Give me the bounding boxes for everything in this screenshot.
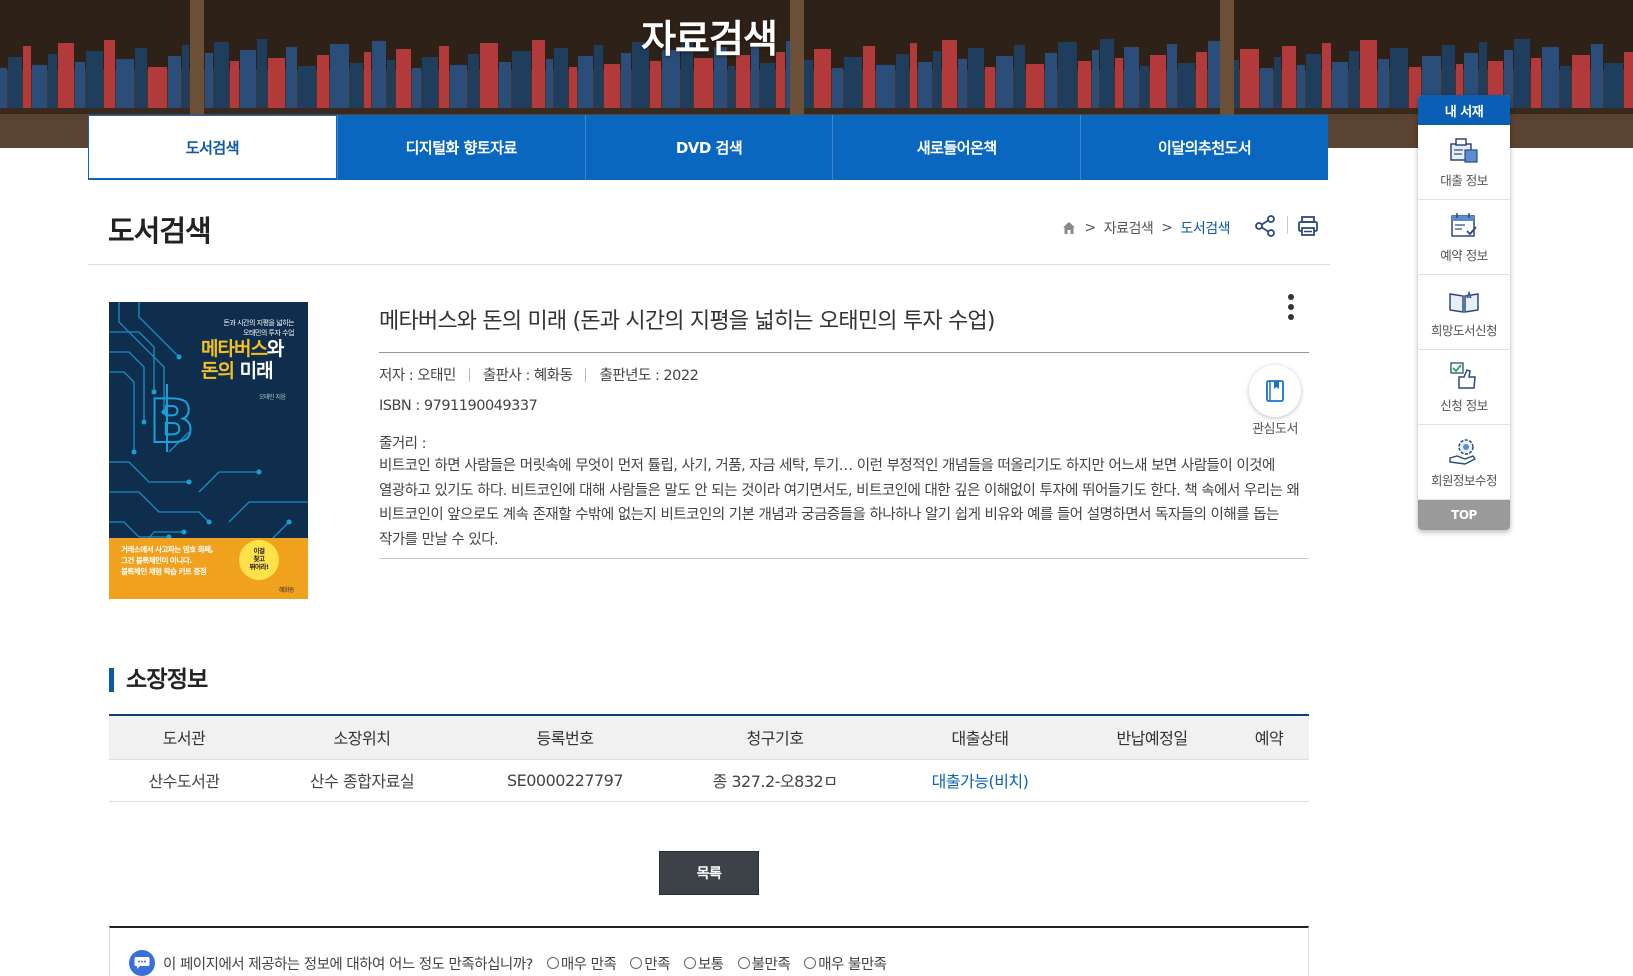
cell-location: 산수 종합자료실 xyxy=(259,759,465,802)
book-title: 메타버스와 돈의 미래 (돈과 시간의 지평을 넓히는 오태민의 투자 수업) xyxy=(379,309,995,334)
quick-menu-title: 내 서재 xyxy=(1418,95,1510,125)
radio-button[interactable] xyxy=(630,957,643,969)
loan-info-icon xyxy=(1450,137,1478,163)
cover-bottom-text: 거래소에서 사고파는 암호 화폐, 그건 블록체인이 아니다. 블록체인 채험 … xyxy=(121,545,213,576)
page-header: 도서검색 > 자료검색 > 도서검색 xyxy=(88,190,1330,265)
book-year: 출판년도 : 2022 xyxy=(599,368,699,384)
svg-text:B: B xyxy=(149,387,194,457)
share-icon[interactable] xyxy=(1253,214,1277,238)
book-summary: 비트코인 하면 사람들은 머릿속에 무엇이 먼저 튤립, 사기, 거품, 자금 … xyxy=(379,458,1300,548)
book-author: 저자 : 오태민 xyxy=(379,368,456,384)
meta-separator xyxy=(468,367,470,382)
quick-menu-loan-info[interactable]: 대출 정보 xyxy=(1418,125,1510,200)
breadcrumb-item-material-search[interactable]: 자료검색 xyxy=(1104,218,1154,238)
quick-menu-book-request[interactable]: 희망도서신청 xyxy=(1418,275,1510,350)
book-isbn: ISBN : 9791190049337 xyxy=(379,398,538,414)
cover-title: 메타버스와 돈의 미래 xyxy=(201,338,284,382)
breadcrumb-separator: > xyxy=(1161,220,1173,236)
book-publisher: 출판사 : 혜화동 xyxy=(482,368,573,384)
summary-divider xyxy=(379,558,1309,559)
breadcrumb-separator: > xyxy=(1084,220,1096,236)
thumbs-up-icon xyxy=(1450,361,1476,389)
cell-loan-status: 대출가능(비치) xyxy=(885,759,1075,802)
column-header-library: 도서관 xyxy=(109,714,259,760)
list-button[interactable]: 목록 xyxy=(659,851,759,895)
radio-button[interactable] xyxy=(683,957,696,969)
quick-menu-reservation-info[interactable]: 예약 정보 xyxy=(1418,200,1510,275)
radio-button[interactable] xyxy=(546,957,559,969)
tab-dvd-search[interactable]: DVD 검색 xyxy=(584,115,833,180)
tab-digital-local-materials[interactable]: 디지털화 향토자료 xyxy=(336,115,585,180)
meta-separator xyxy=(585,367,587,382)
table-row: 산수도서관 산수 종합자료실 SE0000227797 종 327.2-오832… xyxy=(109,759,1309,802)
tab-bar: 도서검색 디지털화 향토자료 DVD 검색 새로들어온책 이달의추천도서 xyxy=(88,115,1328,180)
tab-monthly-recommended[interactable]: 이달의추천도서 xyxy=(1080,115,1328,180)
survey-option-satisfied[interactable]: 만족 xyxy=(630,953,670,974)
radio-button[interactable] xyxy=(804,957,817,969)
column-header-due-date: 반납예정일 xyxy=(1075,714,1229,760)
more-options-icon[interactable] xyxy=(1285,292,1297,324)
header-divider xyxy=(1287,216,1288,234)
radio-button[interactable] xyxy=(737,957,750,969)
print-icon[interactable] xyxy=(1296,214,1320,238)
cover-top-text: 돈과 시간의 지평을 넓히는 오태민의 투자 수업 xyxy=(223,319,294,337)
gear-hand-icon xyxy=(1449,438,1477,465)
tab-book-search[interactable]: 도서검색 xyxy=(88,115,337,180)
breadcrumb: > 자료검색 > 도서검색 xyxy=(1062,218,1230,238)
survey-option-very-satisfied[interactable]: 매우 만족 xyxy=(546,953,617,974)
cover-badge: 이걸 찾고 뛰어라! xyxy=(249,547,269,571)
title-divider xyxy=(379,352,1309,353)
bookmark-book-icon xyxy=(1266,380,1284,402)
my-library-quick-menu: 내 서재 대출 정보 예약 정보 희망도서신청 신청 정보 회원정보수정 TOP xyxy=(1418,95,1510,530)
survey-option-neutral[interactable]: 보통 xyxy=(683,953,724,974)
satisfaction-survey: 이 페이지에서 제공하는 정보에 대하여 어느 정도 만족하십니까? 매우 만족… xyxy=(109,926,1309,976)
cover-publisher: 혜화동 xyxy=(278,587,295,594)
cell-call-no: 종 327.2-오832ㅁ xyxy=(665,759,885,802)
breadcrumb-item-book-search[interactable]: 도서검색 xyxy=(1180,218,1230,238)
book-cover-image: B 돈과 시간의 지평을 넓히는 오태민의 투자 수업 메타버스와 돈의 미래 … xyxy=(109,302,308,599)
cell-reg-no: SE0000227797 xyxy=(465,759,665,802)
favorite-book-button[interactable] xyxy=(1249,365,1301,417)
cell-due-date xyxy=(1075,759,1229,802)
summary-label: 줄거리 : xyxy=(379,436,427,452)
book-meta: 저자 : 오태민 출판사 : 혜화동 출판년도 : 2022 xyxy=(379,364,699,385)
chat-bubble-icon xyxy=(129,950,155,976)
quick-menu-request-info[interactable]: 신청 정보 xyxy=(1418,350,1510,425)
favorite-book-label: 관심도서 xyxy=(1252,422,1298,437)
survey-option-dissatisfied[interactable]: 불만족 xyxy=(737,953,791,974)
cell-reserve xyxy=(1229,759,1309,802)
column-header-call-no: 청구기호 xyxy=(665,714,885,760)
column-header-reg-no: 등록번호 xyxy=(465,714,665,760)
cover-author: 오태민 지음 xyxy=(259,394,286,401)
column-header-reserve: 예약 xyxy=(1229,714,1309,760)
calendar-icon xyxy=(1451,212,1477,237)
quick-menu-edit-member-info[interactable]: 회원정보수정 xyxy=(1418,425,1510,500)
survey-option-very-dissatisfied[interactable]: 매우 불만족 xyxy=(804,953,887,974)
survey-question: 이 페이지에서 제공하는 정보에 대하여 어느 정도 만족하십니까? xyxy=(163,956,533,973)
page-title: 도서검색 xyxy=(108,214,212,248)
cell-library: 산수도서관 xyxy=(109,759,259,802)
scroll-top-button[interactable]: TOP xyxy=(1418,500,1510,530)
hero-title: 자료검색 xyxy=(641,17,778,61)
home-icon[interactable] xyxy=(1062,221,1076,235)
holdings-section-title: 소장정보 xyxy=(109,668,208,692)
holdings-table: 도서관 소장위치 등록번호 청구기호 대출상태 반납예정일 예약 산수도서관 산… xyxy=(109,714,1309,802)
column-header-status: 대출상태 xyxy=(885,714,1075,760)
open-book-icon xyxy=(1449,289,1479,313)
column-header-location: 소장위치 xyxy=(259,714,465,760)
table-header-row: 도서관 소장위치 등록번호 청구기호 대출상태 반납예정일 예약 xyxy=(109,714,1309,760)
tab-new-books[interactable]: 새로들어온책 xyxy=(832,115,1081,180)
